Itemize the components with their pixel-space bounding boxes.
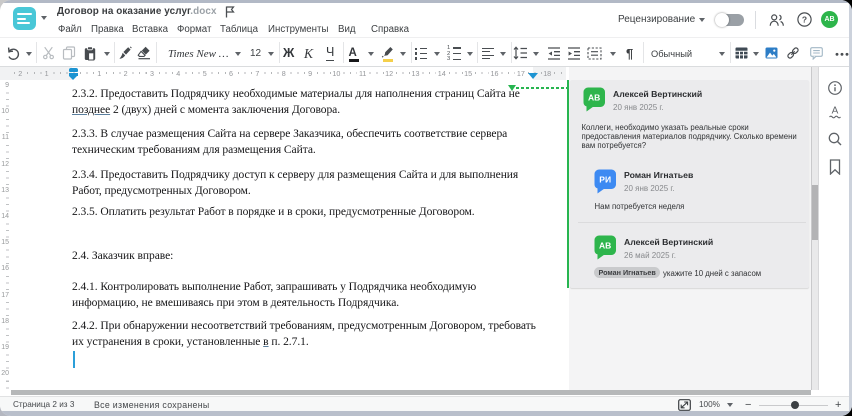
svg-text:АВ: АВ xyxy=(599,240,611,250)
svg-text:?: ? xyxy=(802,15,807,25)
svg-text:А: А xyxy=(831,106,838,117)
svg-text:АВ: АВ xyxy=(588,92,600,102)
svg-text:РИ: РИ xyxy=(599,174,611,184)
